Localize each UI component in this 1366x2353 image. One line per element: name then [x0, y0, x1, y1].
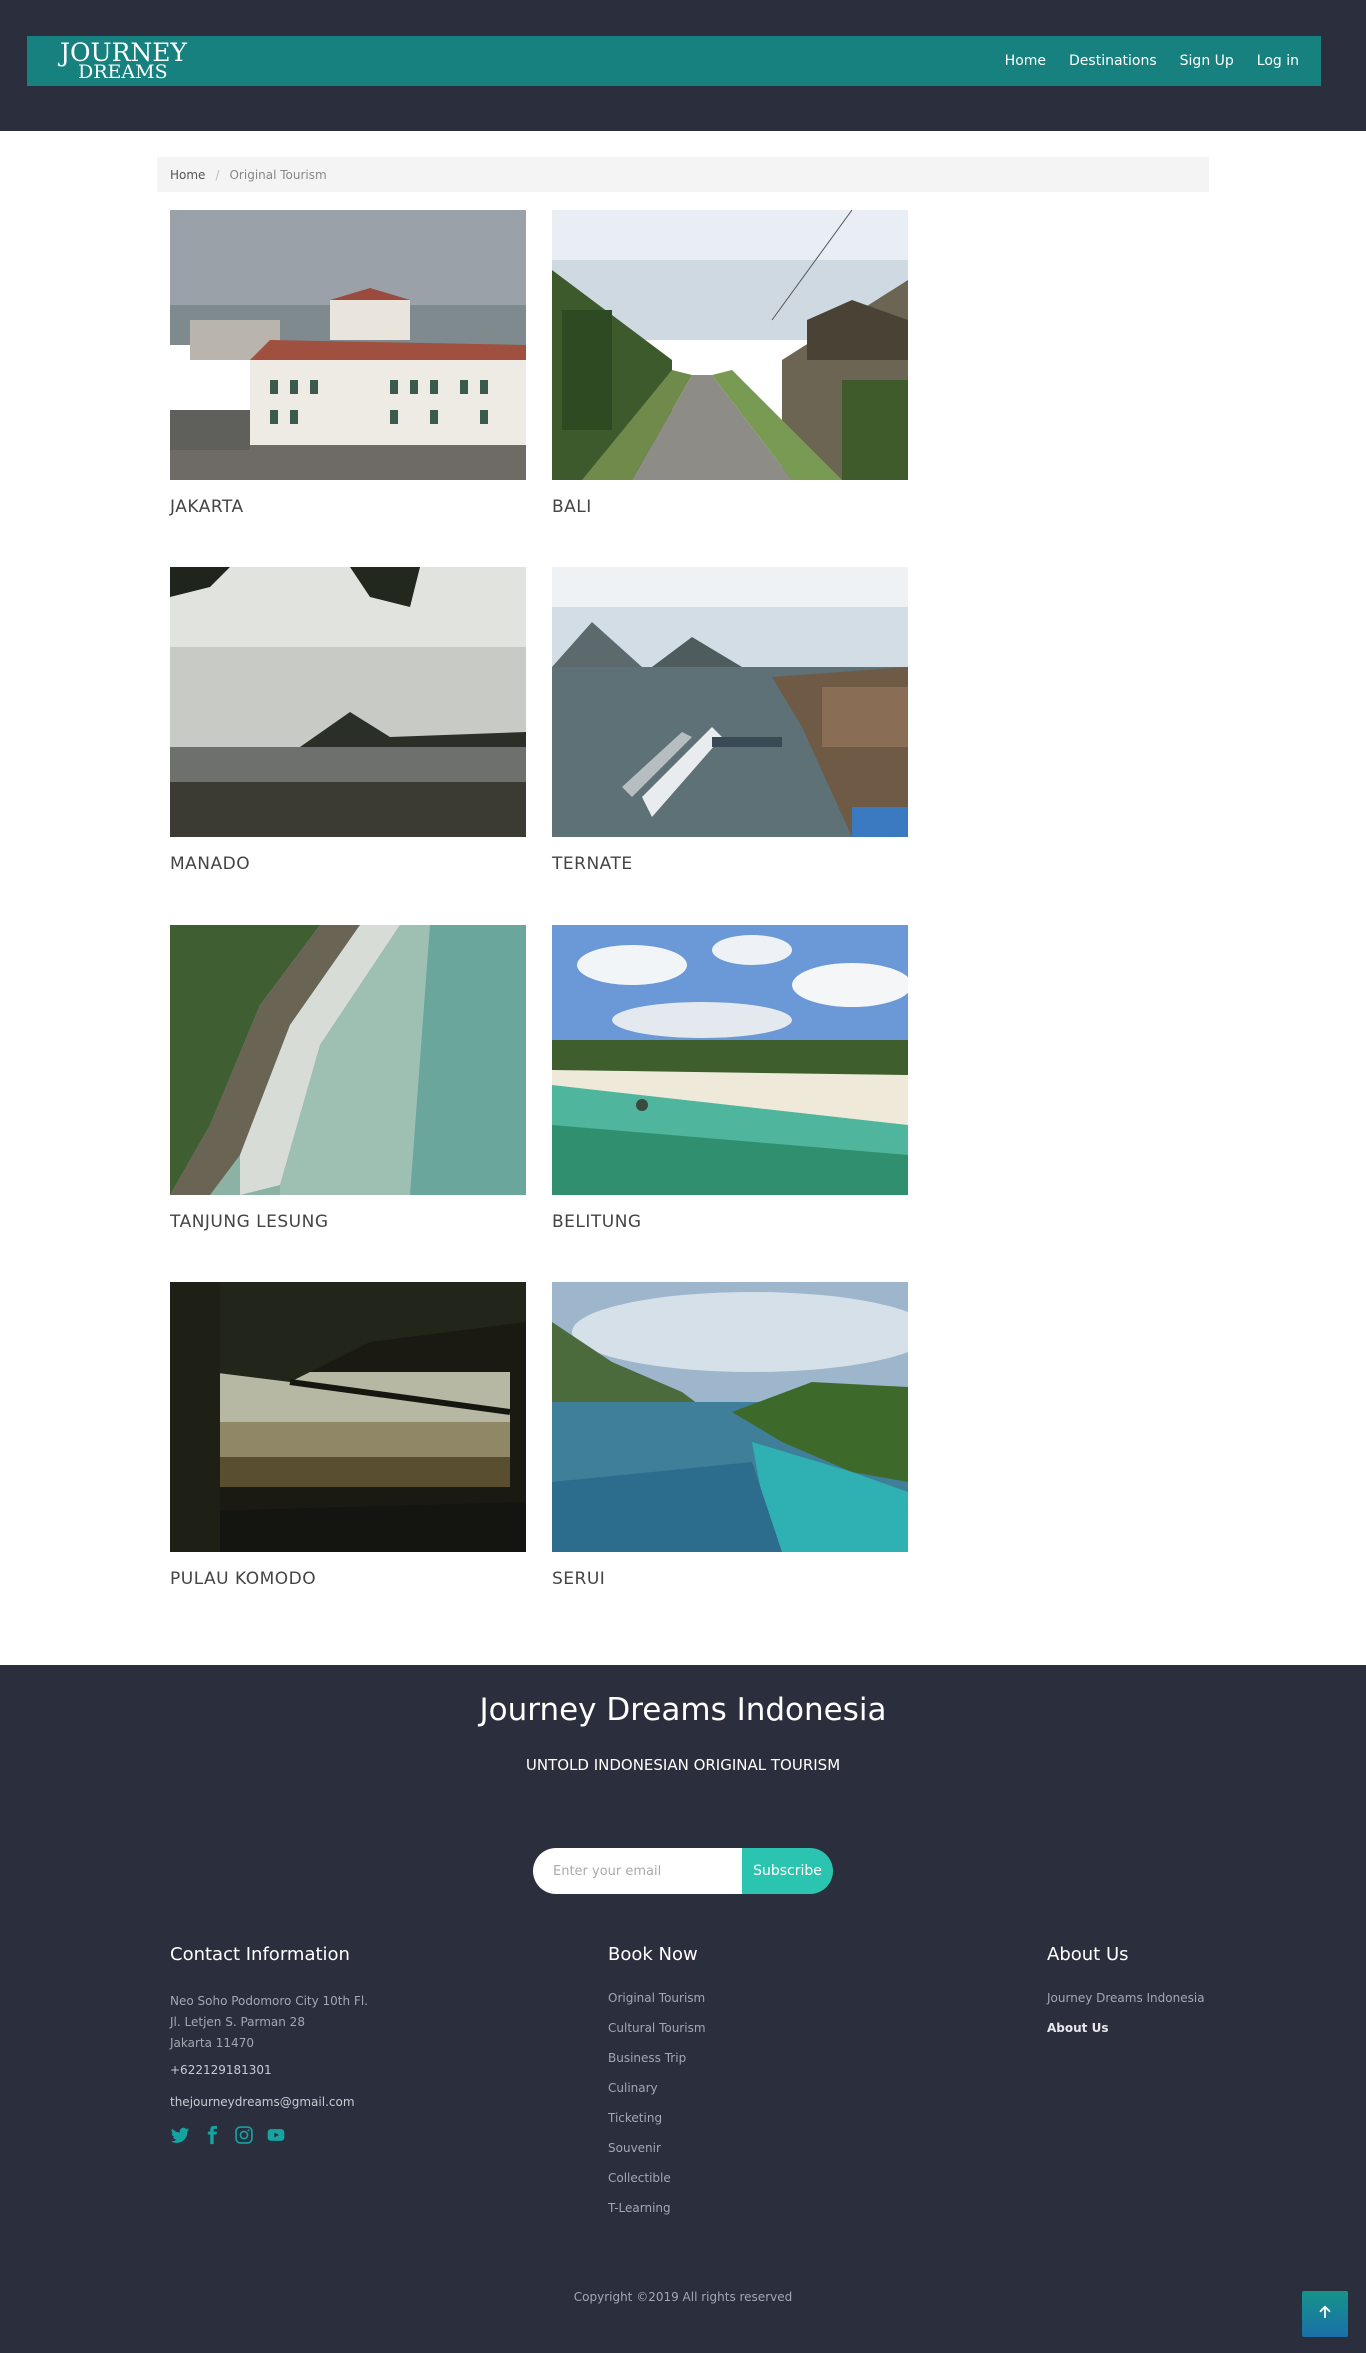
destination-name[interactable]: MANADO [170, 854, 526, 874]
breadcrumb-current: Original Tourism [229, 167, 327, 182]
address-line: Neo Soho Podomoro City 10th Fl. [170, 1994, 368, 2008]
photo-jakarta[interactable] [170, 210, 526, 480]
nav-login-link[interactable]: Log in [1257, 53, 1299, 69]
book-now-link[interactable]: Collectible [608, 2171, 706, 2201]
destination-name[interactable]: TERNATE [552, 854, 908, 874]
destination-card-manado[interactable]: MANADO [170, 567, 526, 874]
destination-name[interactable]: BALI [552, 497, 908, 517]
subscribe-button[interactable]: Subscribe [742, 1848, 833, 1894]
breadcrumb-separator: / [215, 167, 220, 182]
nav-destinations-link[interactable]: Destinations [1069, 53, 1157, 69]
destination-card-serui[interactable]: SERUI [552, 1282, 908, 1589]
photo-serui[interactable] [552, 1282, 908, 1552]
instagram-icon[interactable] [234, 2125, 254, 2145]
contact-heading: Contact Information [170, 1944, 350, 1965]
breadcrumb-home-link[interactable]: Home [170, 168, 205, 182]
facebook-icon[interactable] [202, 2125, 222, 2145]
copyright: Copyright ©2019 All rights reserved [573, 2290, 793, 2304]
book-now-list: Original Tourism Cultural Tourism Busine… [608, 1991, 706, 2231]
book-now-link[interactable]: Original Tourism [608, 1991, 706, 2021]
address-line: Jl. Letjen S. Parman 28 [170, 2015, 305, 2029]
book-now-heading: Book Now [608, 1944, 698, 1965]
photo-manado[interactable] [170, 567, 526, 837]
destination-card-pulau-komodo[interactable]: PULAU KOMODO [170, 1282, 526, 1589]
footer-tagline: UNTOLD INDONESIAN ORIGINAL TOURISM [525, 1756, 841, 1774]
email-input[interactable] [533, 1848, 753, 1894]
photo-belitung[interactable] [552, 925, 908, 1195]
destination-name[interactable]: SERUI [552, 1569, 908, 1589]
contact-column: Contact Information Neo Soho Podomoro Ci… [170, 1944, 368, 2145]
about-us-heading: About Us [1047, 1944, 1129, 1965]
destination-name[interactable]: TANJUNG LESUNG [170, 1212, 526, 1232]
destination-card-jakarta[interactable]: JAKARTA [170, 210, 526, 517]
book-now-link[interactable]: Cultural Tourism [608, 2021, 706, 2051]
destination-name[interactable]: PULAU KOMODO [170, 1569, 526, 1589]
book-now-link[interactable]: T-Learning [608, 2201, 706, 2231]
header: JOURNEY DREAMS Home Destinations Sign Up… [0, 0, 1366, 131]
destination-card-tanjung-lesung[interactable]: TANJUNG LESUNG [170, 925, 526, 1232]
about-link-about-us[interactable]: About Us [1047, 2021, 1205, 2051]
nav-menu: Home Destinations Sign Up Log in [1005, 36, 1299, 86]
logo-line-2: DREAMS [78, 61, 168, 83]
address-line: Jakarta 11470 [170, 2036, 254, 2050]
twitter-icon[interactable] [170, 2125, 190, 2145]
about-link-company[interactable]: Journey Dreams Indonesia [1047, 1991, 1205, 2021]
arrow-up-icon [1316, 2303, 1334, 2326]
navbar: JOURNEY DREAMS Home Destinations Sign Up… [27, 36, 1321, 86]
youtube-icon[interactable] [266, 2125, 286, 2145]
phone-number[interactable]: +622129181301 [170, 2063, 368, 2077]
book-now-column: Book Now Original Tourism Cultural Touri… [608, 1944, 706, 2231]
nav-signup-link[interactable]: Sign Up [1180, 53, 1234, 69]
book-now-link[interactable]: Souvenir [608, 2141, 706, 2171]
photo-ternate[interactable] [552, 567, 908, 837]
subscribe-form: Subscribe [533, 1848, 833, 1894]
nav-home-link[interactable]: Home [1005, 53, 1046, 69]
destination-card-bali[interactable]: BALI [552, 210, 908, 517]
footer-title: Journey Dreams Indonesia [479, 1692, 887, 1728]
photo-pulau-komodo[interactable] [170, 1282, 526, 1552]
footer: Journey Dreams Indonesia UNTOLD INDONESI… [0, 1665, 1366, 2353]
photo-tanjung-lesung[interactable] [170, 925, 526, 1195]
destination-name[interactable]: BELITUNG [552, 1212, 908, 1232]
book-now-link[interactable]: Business Trip [608, 2051, 706, 2081]
destination-card-belitung[interactable]: BELITUNG [552, 925, 908, 1232]
destination-name[interactable]: JAKARTA [170, 497, 526, 517]
about-us-column: About Us Journey Dreams Indonesia About … [1047, 1944, 1205, 2051]
book-now-link[interactable]: Culinary [608, 2081, 706, 2111]
destination-card-ternate[interactable]: TERNATE [552, 567, 908, 874]
breadcrumb: Home / Original Tourism [157, 157, 1209, 192]
email-address[interactable]: thejourneydreams@gmail.com [170, 2095, 368, 2109]
social-links [170, 2125, 368, 2145]
back-to-top-button[interactable] [1302, 2291, 1348, 2337]
book-now-link[interactable]: Ticketing [608, 2111, 706, 2141]
about-us-list: Journey Dreams Indonesia About Us [1047, 1991, 1205, 2051]
photo-bali[interactable] [552, 210, 908, 480]
logo[interactable]: JOURNEY DREAMS [60, 38, 187, 84]
